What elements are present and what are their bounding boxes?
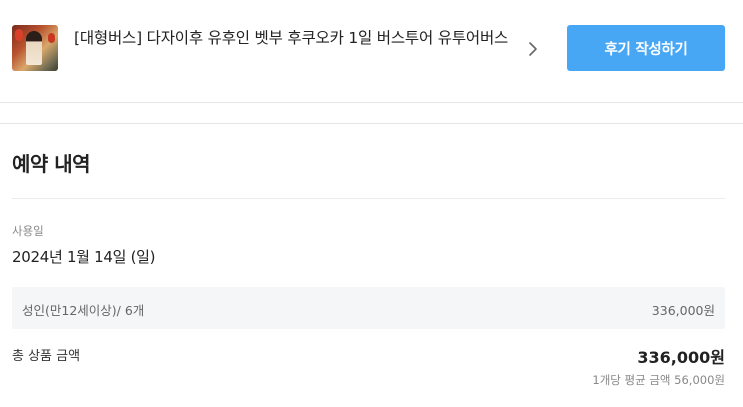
section-divider <box>0 123 743 124</box>
lantern-graphic <box>48 33 55 43</box>
option-row: 성인(만12세이상)/ 6개 336,000원 <box>12 287 725 329</box>
title-divider <box>12 198 725 199</box>
total-amount-value: 336,000원 <box>637 348 725 367</box>
average-price-note: 1개당 평균 금액 56,000원 <box>592 373 725 387</box>
lantern-graphic <box>15 29 23 41</box>
option-price: 336,000원 <box>651 303 715 318</box>
chevron-right-icon[interactable] <box>524 38 542 60</box>
usage-date-label: 사용일 <box>12 224 44 238</box>
product-title[interactable]: [대형버스] 다자이후 유후인 벳부 후쿠오카 1일 버스투어 유투어버스 <box>74 27 514 49</box>
product-summary-row: [대형버스] 다자이후 유후인 벳부 후쿠오카 1일 버스투어 유투어버스 후기… <box>0 0 743 102</box>
person-graphic <box>26 31 42 65</box>
section-title: 예약 내역 <box>12 152 91 176</box>
product-thumbnail[interactable] <box>12 25 58 71</box>
option-name: 성인(만12세이상)/ 6개 <box>22 303 145 318</box>
section-gap <box>0 103 743 123</box>
total-amount-label: 총 상품 금액 <box>12 349 81 364</box>
usage-date-value: 2024년 1월 14일 (일) <box>12 248 156 266</box>
write-review-button[interactable]: 후기 작성하기 <box>567 25 725 71</box>
